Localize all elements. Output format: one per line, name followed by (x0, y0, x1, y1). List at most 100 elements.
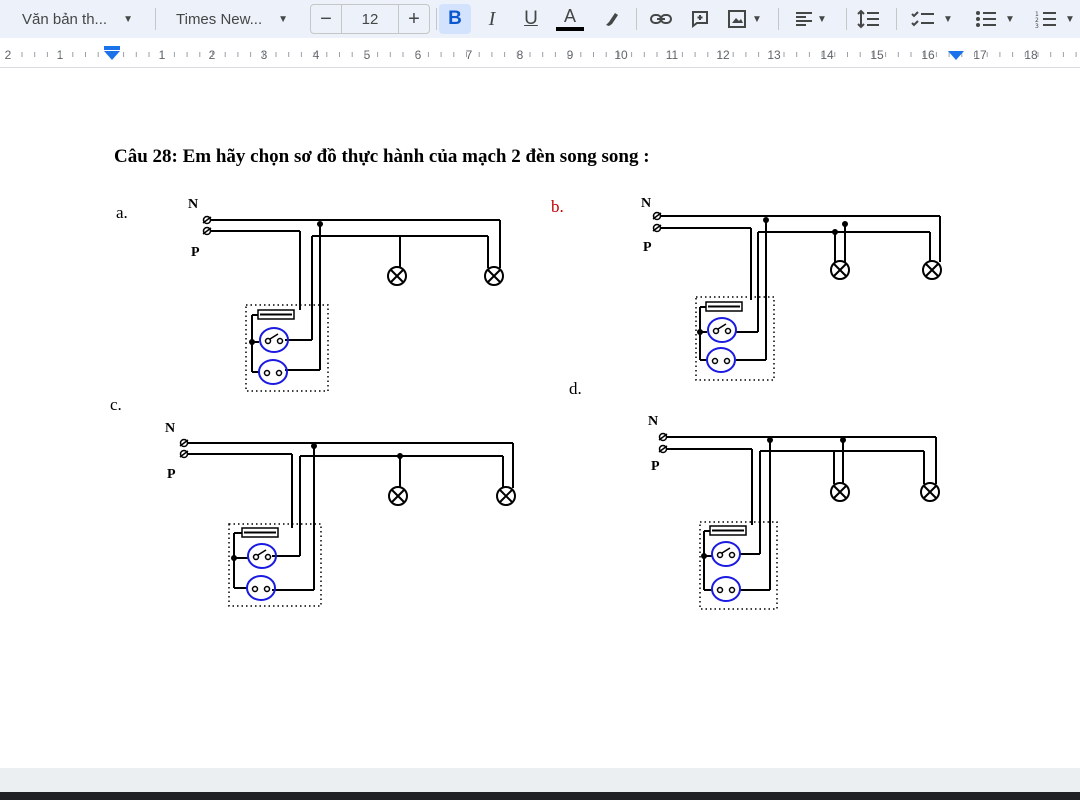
toolbar-divider (896, 8, 897, 30)
diagram-b: b. N P (551, 196, 942, 381)
highlighter-icon (606, 13, 618, 26)
switch-contact (712, 327, 720, 335)
toolbar-divider (846, 8, 847, 30)
line-spacing-button[interactable] (852, 4, 886, 34)
font-size-input[interactable]: 12 (342, 4, 398, 34)
horizontal-ruler[interactable]: 21123456789101112131415161718 (0, 38, 1080, 68)
paragraph-style-value: Văn bản th... (22, 10, 108, 28)
first-line-indent-marker (104, 46, 120, 50)
diagram-c: c. N P (110, 395, 516, 607)
image-icon (728, 10, 747, 28)
outlet-icon (246, 575, 276, 601)
switch-icon (707, 317, 737, 343)
switch-contact (724, 327, 732, 335)
chevron-down-icon: ▼ (278, 13, 289, 25)
switch-icon (247, 543, 277, 569)
italic-icon: I (488, 7, 496, 30)
switch-lever (717, 323, 727, 330)
option-label: c. (110, 395, 122, 414)
bold-button[interactable]: B (439, 4, 471, 34)
outlet-contact (263, 585, 271, 593)
insert-link-button[interactable] (644, 4, 678, 34)
bulleted-list-icon (976, 11, 997, 27)
minus-icon: − (320, 7, 332, 30)
checklist-icon (911, 11, 935, 27)
junction-dot (249, 339, 255, 345)
bulleted-list-dropdown[interactable]: ▼ (968, 4, 1022, 34)
font-size-value: 12 (361, 10, 379, 28)
option-label: b. (551, 197, 564, 216)
chevron-down-icon: ▼ (752, 13, 762, 25)
ruler-number: 2 (5, 48, 12, 62)
terminal-p-label: P (651, 459, 660, 474)
page-gap (0, 768, 1080, 792)
outlet-contact (723, 357, 731, 365)
outlet-icon (706, 347, 736, 373)
highlight-color-button[interactable] (596, 4, 628, 34)
underline-button[interactable]: U (515, 4, 547, 34)
align-dropdown[interactable]: ▼ (788, 4, 834, 34)
junction-dot (697, 329, 703, 335)
junction-dot (701, 553, 707, 559)
switch-contact (252, 553, 260, 561)
switch-lever (721, 547, 731, 554)
ruler-number: 13 (767, 48, 781, 62)
outlet-contact (275, 369, 283, 377)
ruler-scale: 21123456789101112131415161718 (5, 46, 1077, 62)
toolbar-divider (636, 8, 637, 30)
junction-dot (840, 437, 846, 443)
paragraph-style-dropdown[interactable]: Văn bản th... ▼ (8, 4, 148, 34)
outlet-contact (251, 585, 259, 593)
switch-contact (276, 337, 284, 345)
chevron-down-icon: ▼ (943, 13, 953, 25)
document-content: Câu 28: Em hãy chọn sơ đồ thực hành của … (110, 146, 942, 610)
junction-dot (832, 229, 838, 235)
align-left-icon (796, 12, 813, 26)
bold-icon: B (448, 8, 462, 29)
document-page[interactable]: Câu 28: Em hãy chọn sơ đồ thực hành của … (0, 68, 1080, 768)
switch-lever (269, 333, 279, 340)
font-family-dropdown[interactable]: Times New... ▼ (162, 4, 302, 34)
switch-contact (264, 337, 272, 345)
checklist-dropdown[interactable]: ▼ (904, 4, 960, 34)
ruler-number: 10 (614, 48, 628, 62)
numbered-list-dropdown[interactable]: 123 ▼ (1030, 4, 1080, 34)
decrease-font-size-button[interactable]: − (310, 4, 342, 34)
link-icon (650, 14, 672, 24)
terminal-p-label: P (643, 240, 652, 255)
text-color-button[interactable]: A (554, 4, 586, 34)
circuit-diagrams: a. N Pb. N Pc. N Pd. N P (110, 196, 942, 610)
toolbar-divider (436, 8, 437, 30)
junction-dot (231, 555, 237, 561)
switch-contact (264, 553, 272, 561)
ruler-number: 18 (1024, 48, 1038, 62)
terminal-n-label: N (188, 197, 198, 212)
ruler-number: 3 (261, 48, 268, 62)
outlet-icon (711, 576, 741, 602)
chevron-down-icon: ▼ (817, 13, 827, 25)
outlet-icon (258, 359, 288, 385)
junction-dot (763, 217, 769, 223)
junction-dot (397, 453, 403, 459)
diagram-a: a. N P (116, 197, 504, 392)
insert-comment-button[interactable] (684, 4, 716, 34)
taskbar (0, 792, 1080, 800)
junction-dot (311, 443, 317, 449)
increase-font-size-button[interactable]: + (398, 4, 430, 34)
font-family-value: Times New... (176, 10, 263, 28)
add-comment-icon (692, 11, 708, 28)
option-label: d. (569, 379, 582, 398)
outlet-contact (728, 586, 736, 594)
junction-dot (317, 221, 323, 227)
ruler-number: 12 (716, 48, 730, 62)
chevron-down-icon: ▼ (123, 13, 133, 25)
italic-button[interactable]: I (476, 4, 508, 34)
question-text: Câu 28: Em hãy chọn sơ đồ thực hành của … (114, 146, 650, 167)
text-color-swatch (556, 27, 584, 31)
svg-text:3: 3 (1035, 23, 1039, 28)
ruler-number: 15 (870, 48, 884, 62)
chevron-down-icon: ▼ (1005, 13, 1015, 25)
insert-image-button[interactable]: ▼ (722, 4, 768, 34)
option-label: a. (116, 203, 128, 222)
toolbar-divider (778, 8, 779, 30)
